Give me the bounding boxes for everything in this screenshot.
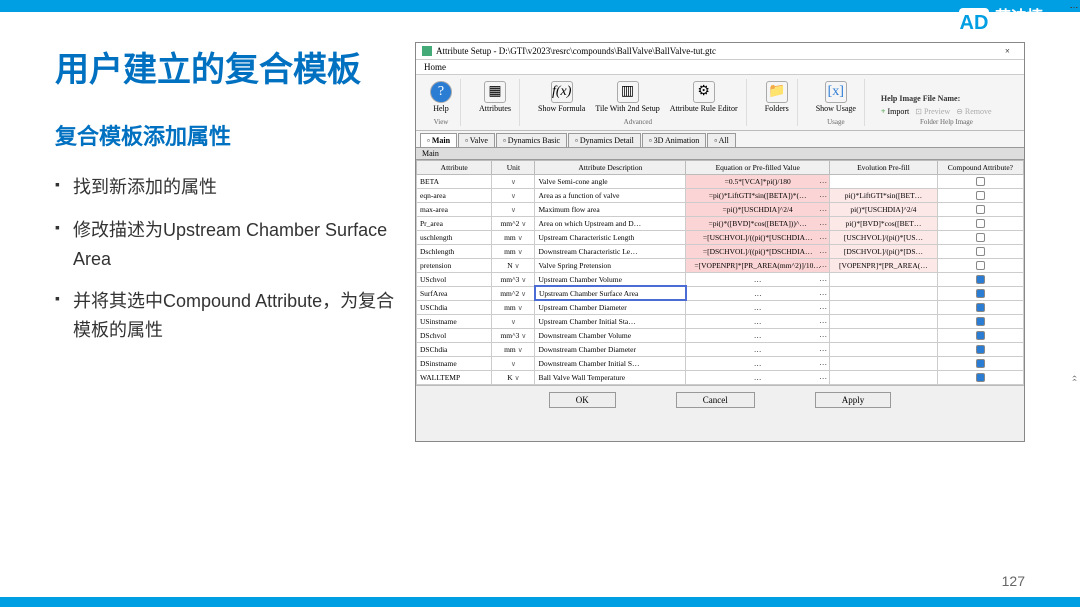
compound-checkbox[interactable] — [976, 219, 985, 228]
table-row[interactable]: eqn-area ∨Area as a function of valve=pi… — [417, 188, 1024, 202]
import-button[interactable]: + Import — [881, 107, 909, 116]
tab-dynamics-basic[interactable]: ▫ Dynamics Basic — [496, 133, 567, 147]
cancel-button[interactable]: Cancel — [676, 392, 755, 408]
ribbon-tab-home[interactable]: Home — [416, 60, 1024, 75]
table-row[interactable]: DSinstname ∨Downstream Chamber Initial S… — [417, 356, 1024, 370]
tab-dynamics-detail[interactable]: ▫ Dynamics Detail — [568, 133, 641, 147]
table-row[interactable]: SurfAreamm^2 ∨Upstream Chamber Surface A… — [417, 286, 1024, 300]
folders-button[interactable]: 📁Folders — [763, 79, 791, 116]
preview-button[interactable]: ⊡ Preview — [915, 107, 950, 116]
bullet-item: 修改描述为Upstream Chamber Surface Area — [55, 216, 395, 274]
compound-checkbox[interactable] — [976, 247, 985, 256]
apply-button[interactable]: Apply — [815, 392, 892, 408]
bullet-item: 找到新添加的属性 — [55, 173, 395, 202]
compound-checkbox[interactable] — [976, 359, 985, 368]
table-row[interactable]: USchvolmm^3 ∨Upstream Chamber Volume……… — [417, 272, 1024, 286]
compound-checkbox[interactable] — [976, 233, 985, 242]
table-row[interactable]: max-area ∨Maximum flow area=pi()*[USCHDI… — [417, 202, 1024, 216]
page-number: 127 — [1002, 573, 1025, 589]
app-icon — [422, 46, 432, 56]
table-row[interactable]: WALLTEMPK ∨Ball Valve Wall Temperature……… — [417, 370, 1024, 384]
compound-checkbox[interactable] — [976, 177, 985, 186]
app-screenshot: Attribute Setup - D:\GTI\v2023\resrc\com… — [415, 42, 1025, 442]
attribute-grid[interactable]: AttributeUnitAttribute DescriptionEquati… — [416, 160, 1024, 385]
table-row[interactable]: DSChdiamm ∨Downstream Chamber Diameter……… — [417, 342, 1024, 356]
compound-checkbox[interactable] — [976, 261, 985, 270]
compound-checkbox[interactable] — [976, 317, 985, 326]
tab-3d-animation[interactable]: ▫ 3D Animation — [642, 133, 706, 147]
help-button[interactable]: ?Help — [428, 79, 454, 116]
bullet-item: 并将其选中Compound Attribute，为复合模板的属性 — [55, 287, 395, 345]
table-row[interactable]: BETA ∨Valve Semi-cone angle=0.5*[VCA]*pi… — [417, 174, 1024, 188]
help-image-label: Help Image File Name: — [881, 94, 960, 103]
table-row[interactable]: DSchvolmm^3 ∨Downstream Chamber Volume……… — [417, 328, 1024, 342]
ok-button[interactable]: OK — [549, 392, 616, 408]
compound-checkbox[interactable] — [976, 191, 985, 200]
brand-logo: AD 艾迪捷 ATIC CHINA — [959, 8, 1062, 38]
compound-checkbox[interactable] — [976, 205, 985, 214]
tab-main[interactable]: ▫ Main — [420, 133, 457, 147]
table-row[interactable]: Dschlengthmm ∨Downstream Characteristic … — [417, 244, 1024, 258]
tab-all[interactable]: ▫ All — [707, 133, 736, 147]
show-usage-button[interactable]: [x]Show Usage — [814, 79, 858, 116]
slide-title: 用户建立的复合模板 — [55, 42, 395, 91]
table-row[interactable]: Pr_areamm^2 ∨Area on which Upstream and … — [417, 216, 1024, 230]
tile-with-button[interactable]: ▥Tile With 2nd Setup — [593, 79, 661, 116]
compound-checkbox[interactable] — [976, 345, 985, 354]
compound-checkbox[interactable] — [976, 275, 985, 284]
rule-editor-button[interactable]: ⚙Attribute Rule Editor — [668, 79, 740, 116]
tab-valve[interactable]: ▫ Valve — [458, 133, 495, 147]
slide-subtitle: 复合模板添加属性 — [55, 119, 395, 151]
compound-checkbox[interactable] — [976, 289, 985, 298]
compound-checkbox[interactable] — [976, 303, 985, 312]
compound-checkbox[interactable] — [976, 373, 985, 382]
window-titlebar: Attribute Setup - D:\GTI\v2023\resrc\com… — [416, 43, 1024, 60]
table-row[interactable]: USinstname ∨Upstream Chamber Initial Sta… — [417, 314, 1024, 328]
attributes-button[interactable]: ▦Attributes — [477, 79, 513, 116]
remove-button[interactable]: ⊖ Remove — [956, 107, 991, 116]
table-row[interactable]: USChdiamm ∨Upstream Chamber Diameter……… — [417, 300, 1024, 314]
table-row[interactable]: uschlengthmm ∨Upstream Characteristic Le… — [417, 230, 1024, 244]
section-label: Main — [416, 147, 1024, 160]
table-row[interactable]: pretensionN ∨Valve Spring Pretension=[VO… — [417, 258, 1024, 272]
close-icon[interactable]: × — [997, 46, 1018, 56]
compound-checkbox[interactable] — [976, 331, 985, 340]
show-formula-button[interactable]: f(x)Show Formula — [536, 79, 587, 116]
bullet-list: 找到新添加的属性 修改描述为Upstream Chamber Surface A… — [55, 173, 395, 345]
